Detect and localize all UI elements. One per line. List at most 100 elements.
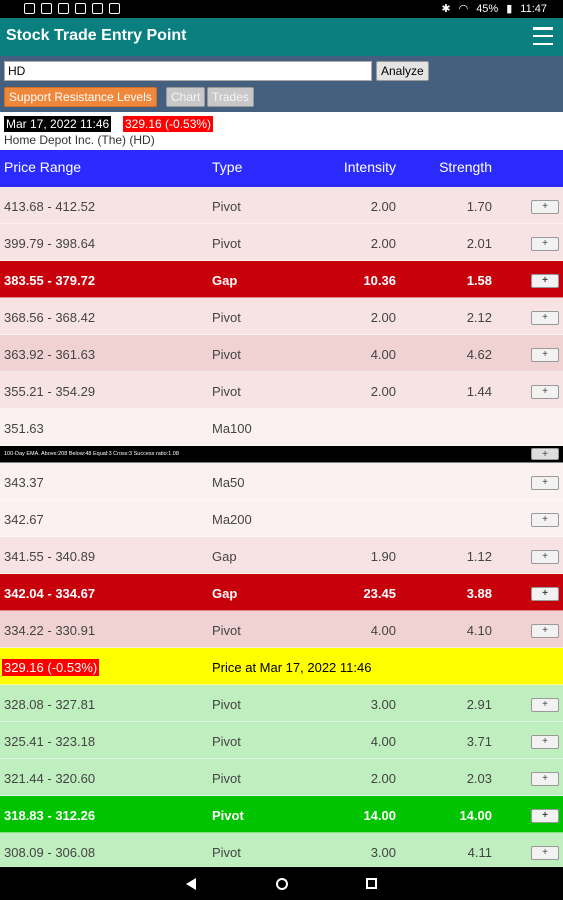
row-intensity: 10.36 (363, 273, 396, 288)
row-type: Pivot (212, 623, 241, 638)
tab-chart[interactable]: Chart (166, 87, 206, 107)
quote-price: 329.16 (-0.53%) (123, 116, 214, 132)
analyze-button[interactable]: Analyze (376, 61, 429, 81)
row-price-range: 321.44 - 320.60 (4, 771, 96, 786)
expand-row-button[interactable]: + (531, 735, 559, 749)
expand-row-button[interactable]: + (531, 237, 559, 251)
row-strength: 1.58 (466, 273, 492, 288)
table-row: 308.09 - 306.08 Pivot 3.00 4.11 + (0, 833, 563, 870)
row-price-range: 351.63 (4, 421, 44, 436)
table-header: Price Range Type Intensity Strength (0, 150, 563, 187)
row-intensity: 2.00 (370, 384, 396, 399)
row-price-range: 328.08 - 327.81 (4, 697, 96, 712)
row-type: Ma50 (212, 475, 245, 490)
table-row: 383.55 - 379.72 Gap 10.36 1.58 + (0, 261, 563, 298)
notification-icons (24, 3, 120, 14)
recent-apps-icon[interactable] (366, 878, 377, 889)
row-type: Gap (212, 549, 237, 564)
row-strength: 3.88 (466, 586, 492, 601)
controls-panel: Analyze Support Resistance Levels Chart … (0, 56, 563, 112)
expand-row-button[interactable]: + (531, 476, 559, 490)
row-strength: 2.03 (466, 771, 492, 786)
row-intensity: 3.00 (370, 845, 396, 860)
expand-row-button[interactable]: + (531, 448, 559, 460)
expand-row-button[interactable]: + (531, 587, 559, 601)
row-price-range: 341.55 - 340.89 (4, 549, 96, 564)
row-intensity: 2.00 (370, 199, 396, 214)
back-icon[interactable] (186, 878, 196, 890)
menu-icon[interactable] (533, 27, 553, 45)
row-price-range: 368.56 - 368.42 (4, 310, 96, 325)
row-strength: 4.10 (466, 623, 492, 638)
notification-icon (41, 3, 52, 14)
table-row: 343.37 Ma50 + (0, 463, 563, 500)
expand-row-button[interactable]: + (531, 348, 559, 362)
expand-row-button[interactable]: + (531, 385, 559, 399)
row-price-range: 329.16 (-0.53%) (2, 659, 100, 676)
table-row: 342.67 Ma200 + (0, 500, 563, 537)
row-type: Pivot (212, 771, 241, 786)
row-type: Pivot (212, 199, 241, 214)
levels-table: 413.68 - 412.52 Pivot 2.00 1.70 +399.79 - 39… (0, 187, 563, 870)
row-note: 100-Day EMA. Above:208 Below:48 Equal:3 … (4, 451, 179, 457)
notification-icon (24, 3, 35, 14)
notification-icon (109, 3, 120, 14)
row-price-range: 342.04 - 334.67 (4, 586, 96, 601)
row-type: Gap (212, 273, 238, 288)
row-intensity: 4.00 (370, 623, 396, 638)
expand-row-button[interactable]: + (531, 274, 559, 288)
expand-row-button[interactable]: + (531, 772, 559, 786)
row-type: Pivot (212, 697, 241, 712)
expand-row-button[interactable]: + (531, 200, 559, 214)
row-type: Pivot (212, 310, 241, 325)
row-type: Gap (212, 586, 238, 601)
row-type: Ma100 (212, 421, 252, 436)
row-price-range: 343.37 (4, 475, 44, 490)
row-price-range: 413.68 - 412.52 (4, 199, 96, 214)
expand-row-button[interactable]: + (531, 550, 559, 564)
tab-trades[interactable]: Trades (207, 87, 254, 107)
table-row: 413.68 - 412.52 Pivot 2.00 1.70 + (0, 187, 563, 224)
table-row: 363.92 - 361.63 Pivot 4.00 4.62 + (0, 335, 563, 372)
header-intensity: Intensity (343, 159, 396, 175)
table-row: 341.55 - 340.89 Gap 1.90 1.12 + (0, 537, 563, 574)
row-intensity: 14.00 (363, 808, 396, 823)
table-row: 329.16 (-0.53%) Price at Mar 17, 2022 11:… (0, 648, 563, 685)
home-icon[interactable] (276, 878, 288, 890)
row-price-range: 363.92 - 361.63 (4, 347, 96, 362)
row-strength: 1.44 (466, 384, 492, 399)
table-row: 328.08 - 327.81 Pivot 3.00 2.91 + (0, 685, 563, 722)
table-note-row: 100-Day EMA. Above:208 Below:48 Equal:3 … (0, 446, 563, 463)
expand-row-button[interactable]: + (531, 311, 559, 325)
table-row: 325.41 - 323.18 Pivot 4.00 3.71 + (0, 722, 563, 759)
table-row: 368.56 - 368.42 Pivot 2.00 2.12 + (0, 298, 563, 335)
expand-row-button[interactable]: + (531, 513, 559, 527)
row-price-range: 308.09 - 306.08 (4, 845, 96, 860)
battery-level: 45% (476, 2, 499, 15)
wifi-icon: ◠ (458, 3, 469, 15)
expand-row-button[interactable]: + (531, 624, 559, 638)
table-row: 334.22 - 330.91 Pivot 4.00 4.10 + (0, 611, 563, 648)
row-type: Pivot (212, 734, 241, 749)
row-strength: 3.71 (466, 734, 492, 749)
table-row: 342.04 - 334.67 Gap 23.45 3.88 + (0, 574, 563, 611)
tab-support-resistance-levels[interactable]: Support Resistance Levels (4, 87, 157, 107)
quote-datetime: Mar 17, 2022 11:46 (4, 116, 112, 132)
app-title: Stock Trade Entry Point (6, 27, 187, 44)
table-row: 355.21 - 354.29 Pivot 2.00 1.44 + (0, 372, 563, 409)
row-type: Pivot (212, 236, 241, 251)
row-price-range: 318.83 - 312.26 (4, 808, 96, 823)
row-intensity: 4.00 (370, 347, 396, 362)
row-strength: 14.00 (459, 808, 492, 823)
table-row: 351.63 Ma100 (0, 409, 563, 446)
header-price-range: Price Range (4, 159, 82, 175)
symbol-input[interactable] (4, 61, 372, 81)
expand-row-button[interactable]: + (531, 809, 559, 823)
row-type: Price at Mar 17, 2022 11:46 (212, 660, 372, 675)
row-intensity: 4.00 (370, 734, 396, 749)
row-intensity: 23.45 (363, 586, 396, 601)
expand-row-button[interactable]: + (531, 846, 559, 860)
company-name: Home Depot Inc. (The) (HD) (4, 133, 155, 147)
expand-row-button[interactable]: + (531, 698, 559, 712)
row-price-range: 383.55 - 379.72 (4, 273, 96, 288)
